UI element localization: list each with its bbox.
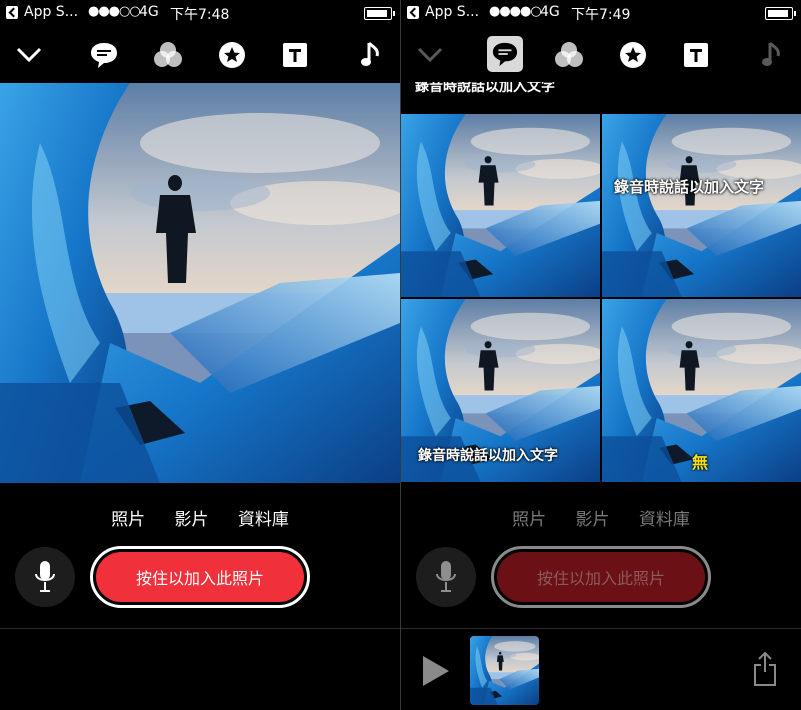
editor-toolbar	[401, 30, 801, 80]
signal-strength: ●●●○○	[88, 4, 141, 19]
editor-toolbar	[0, 30, 400, 80]
hold-to-add-label: 按住以加入此照片	[497, 552, 705, 602]
clock: 下午7:49	[571, 7, 631, 23]
source-tabs: 照片 影片 資料庫	[401, 505, 801, 530]
tab-library[interactable]: 資料庫	[639, 505, 690, 530]
caption-option[interactable]	[602, 82, 801, 112]
music-icon[interactable]	[755, 38, 789, 72]
network-type: 4G	[139, 4, 159, 20]
caption-option-label: 錄音時說話以加入文字	[418, 448, 558, 464]
left-screen: App S... ●●●○○ 4G 下午7:48 照片 影片 資料庫 按住以加入…	[0, 0, 400, 710]
divider	[0, 628, 400, 629]
clock: 下午7:48	[170, 7, 230, 23]
source-tabs: 照片 影片 資料庫	[0, 505, 400, 530]
right-screen: App S... ●●●●○ 4G 下午7:49 錄音時說話以加入文字 錄音時說…	[401, 0, 801, 710]
microphone-icon	[35, 561, 55, 592]
clip-thumbnail[interactable]	[470, 636, 539, 705]
back-app-label[interactable]: App S...	[425, 4, 479, 20]
caption-option[interactable]: 錄音時說話以加入文字	[401, 299, 600, 482]
back-app-label[interactable]: App S...	[24, 4, 78, 20]
tab-photos[interactable]: 照片	[111, 505, 145, 530]
hold-to-add-label: 按住以加入此照片	[96, 552, 304, 602]
divider	[401, 628, 801, 629]
signal-strength: ●●●●○	[489, 4, 542, 19]
text-icon[interactable]	[278, 38, 312, 72]
tab-videos[interactable]: 影片	[175, 505, 209, 530]
chevron-down-icon[interactable]	[12, 38, 46, 72]
speech-bubble-icon[interactable]	[87, 38, 121, 72]
status-bar: App S... ●●●●○ 4G 下午7:49	[401, 0, 801, 26]
photo-preview	[0, 83, 400, 483]
caption-option-none[interactable]: 無	[602, 299, 801, 482]
chevron-down-icon[interactable]	[413, 38, 447, 72]
caption-option[interactable]	[401, 114, 600, 297]
star-icon[interactable]	[616, 38, 650, 72]
play-icon[interactable]	[423, 656, 449, 686]
network-type: 4G	[540, 4, 560, 20]
text-icon[interactable]	[679, 38, 713, 72]
star-icon[interactable]	[215, 38, 249, 72]
speech-bubble-icon[interactable]	[487, 36, 523, 72]
caption-option-label: 無	[692, 453, 709, 472]
status-bar: App S... ●●●○○ 4G 下午7:48	[0, 0, 400, 26]
battery-icon	[765, 7, 796, 20]
microphone-button[interactable]	[416, 547, 476, 607]
caption-option[interactable]: 錄音時說話以加入文字	[401, 82, 600, 112]
filters-icon[interactable]	[151, 38, 185, 72]
tab-library[interactable]: 資料庫	[238, 505, 289, 530]
microphone-button[interactable]	[15, 547, 75, 607]
filters-icon[interactable]	[552, 38, 586, 72]
hold-to-add-button[interactable]: 按住以加入此照片	[491, 546, 711, 608]
caption-option-label: 錄音時說話以加入文字	[614, 178, 765, 196]
share-icon[interactable]	[753, 652, 777, 686]
caption-option-label: 錄音時說話以加入文字	[415, 82, 555, 95]
hold-to-add-button[interactable]: 按住以加入此照片	[90, 546, 310, 608]
music-icon[interactable]	[354, 38, 388, 72]
battery-icon	[364, 7, 395, 20]
tab-videos[interactable]: 影片	[576, 505, 610, 530]
microphone-icon	[436, 561, 456, 592]
caption-option[interactable]: 錄音時說話以加入文字	[602, 114, 801, 297]
back-to-app-icon[interactable]	[6, 6, 18, 19]
tab-photos[interactable]: 照片	[512, 505, 546, 530]
back-to-app-icon[interactable]	[407, 6, 419, 19]
